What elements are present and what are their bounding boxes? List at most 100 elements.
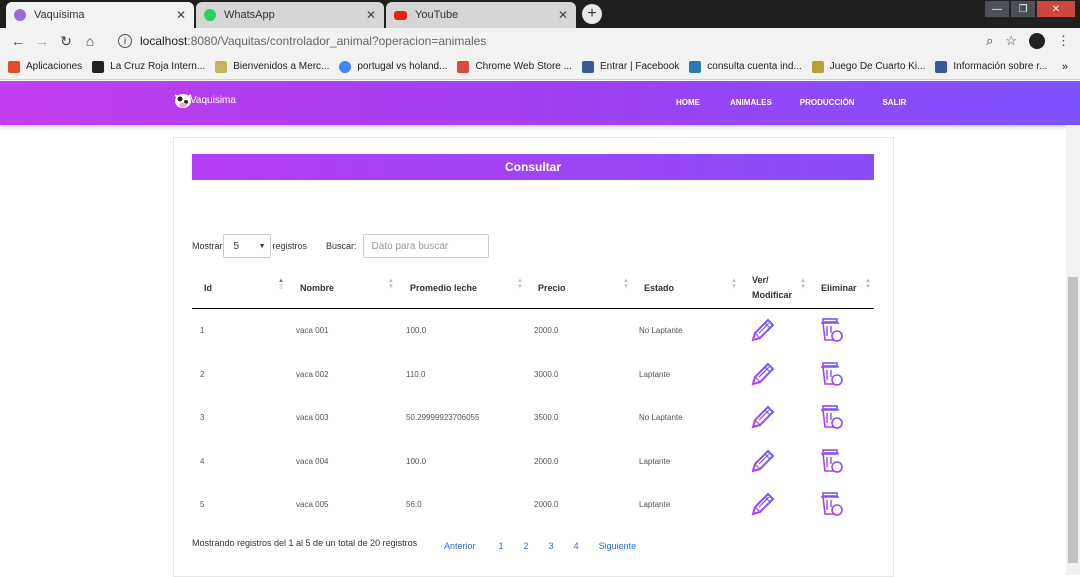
- profile-avatar[interactable]: [1029, 33, 1045, 49]
- back-arrow-icon[interactable]: ←: [6, 33, 30, 49]
- site-info-icon[interactable]: i: [118, 34, 132, 48]
- pager-page-1[interactable]: 1: [499, 541, 504, 551]
- cow-favicon-icon: [14, 9, 26, 21]
- url-field[interactable]: i localhost:8080/Vaquitas/controlador_an…: [110, 31, 1020, 51]
- page-size-select[interactable]: 5 ▼: [222, 234, 271, 258]
- delete-trash-icon[interactable]: [817, 316, 845, 346]
- close-icon[interactable]: ✕: [366, 8, 376, 22]
- edit-pencil-icon[interactable]: [749, 490, 777, 520]
- pager-page-3[interactable]: 3: [549, 541, 554, 551]
- cell-precio: 2000.0: [534, 456, 559, 466]
- cell-id: 1: [200, 326, 205, 335]
- menu-animales[interactable]: ANIMALES: [730, 98, 772, 107]
- page-size-value: 5: [233, 240, 240, 252]
- kebab-menu-icon[interactable]: ⋮: [1057, 33, 1070, 49]
- minimize-icon[interactable]: —: [984, 0, 1010, 18]
- window-close-icon[interactable]: ✕: [1036, 0, 1076, 18]
- bookmark-item[interactable]: consulta cuenta ind...: [689, 60, 802, 73]
- table-controls: Mostrar 5 ▼ registros Buscar: Dato para …: [192, 234, 489, 258]
- pagination: Anterior 1 2 3 4 Siguiente: [444, 541, 636, 551]
- column-header-precio[interactable]: Precio: [538, 268, 566, 308]
- table-row: 4 vaca 004 100.0 2000.0 Laptante: [192, 440, 874, 483]
- cell-estado: Laptante: [639, 369, 671, 379]
- pager-prev[interactable]: Anterior: [444, 541, 476, 551]
- apps-grid-icon: [8, 60, 20, 73]
- cell-estado: No Laptante: [639, 326, 683, 335]
- bookmark-label: Entrar | Facebook: [599, 61, 680, 72]
- bookmark-item[interactable]: Entrar | Facebook: [581, 60, 680, 73]
- sort-icon[interactable]: ▲ ▼: [731, 278, 737, 290]
- pager-page-4[interactable]: 4: [574, 541, 579, 551]
- url-path: :8080/Vaquitas/controlador_animal?operac…: [187, 34, 487, 48]
- facebook-icon: [581, 60, 594, 73]
- bookmark-item[interactable]: Aplicaciones: [8, 60, 83, 73]
- bookmark-item[interactable]: Chrome Web Store ...: [457, 60, 572, 73]
- window-controls: — ❐ ✕: [984, 0, 1076, 18]
- search-input[interactable]: Dato para buscar: [362, 234, 489, 258]
- bookmark-label: portugal vs holand...: [357, 61, 448, 72]
- brand-logo[interactable]: Vaquisima: [172, 89, 236, 111]
- cell-id: 2: [200, 369, 205, 379]
- edit-pencil-icon[interactable]: [749, 360, 777, 390]
- column-header-estado[interactable]: Estado: [644, 268, 674, 308]
- bookmarks-overflow-icon[interactable]: »: [1062, 61, 1068, 73]
- table-row: 2 vaca 002 110.0 3000.0 Laptante: [192, 353, 874, 396]
- tab-youtube[interactable]: YouTube ✕: [386, 2, 576, 28]
- column-header-id[interactable]: Id: [204, 268, 212, 308]
- sort-asc-icon[interactable]: ▲ ▯: [278, 278, 284, 290]
- table-row: 1 vaca 001 100.0 2000.0 No Laptante: [192, 309, 874, 352]
- pager-page-2[interactable]: 2: [524, 541, 529, 551]
- browser-tab-strip: Vaquisima ✕ WhatsApp ✕ YouTube ✕ + — ❐ ✕: [0, 0, 1080, 28]
- bookmark-item[interactable]: Bienvenidos a Merc...: [215, 60, 330, 73]
- search-label: Buscar:: [326, 241, 357, 251]
- menu-home[interactable]: HOME: [676, 98, 700, 107]
- close-icon[interactable]: ✕: [176, 8, 186, 22]
- column-header-nombre[interactable]: Nombre: [300, 268, 334, 308]
- column-header-promedio[interactable]: Promedio leche: [410, 268, 477, 308]
- cell-promedio-leche: 56.0: [406, 500, 422, 510]
- cell-precio: 3500.0: [534, 413, 559, 423]
- close-icon[interactable]: ✕: [558, 8, 568, 22]
- main-menu: HOME ANIMALES PRODUCCIÓN SALIR: [676, 98, 906, 107]
- maximize-icon[interactable]: ❐: [1010, 0, 1036, 18]
- cell-promedio-leche: 110.0: [406, 369, 426, 379]
- home-icon[interactable]: ⌂: [78, 33, 102, 49]
- sort-icon[interactable]: ▲ ▼: [388, 278, 394, 290]
- edit-pencil-icon[interactable]: [749, 316, 777, 346]
- delete-trash-icon[interactable]: [817, 490, 845, 520]
- sort-icon[interactable]: ▲ ▼: [865, 278, 871, 290]
- bookmark-label: Bienvenidos a Merc...: [233, 61, 330, 72]
- bookmark-label: Aplicaciones: [26, 61, 83, 72]
- delete-trash-icon[interactable]: [817, 360, 845, 390]
- sort-icon[interactable]: ▲ ▼: [800, 278, 806, 290]
- page-scrollbar[interactable]: [1066, 125, 1080, 575]
- tab-whatsapp[interactable]: WhatsApp ✕: [196, 2, 384, 28]
- bookmark-item[interactable]: portugal vs holand...: [339, 60, 448, 73]
- pager-next[interactable]: Siguiente: [599, 541, 637, 551]
- tab-vaquisima[interactable]: Vaquisima ✕: [6, 2, 194, 28]
- reload-icon[interactable]: ↻: [54, 33, 78, 50]
- edit-pencil-icon[interactable]: [749, 447, 777, 477]
- delete-trash-icon[interactable]: [817, 403, 845, 433]
- column-header-eliminar[interactable]: Eliminar: [821, 268, 857, 308]
- sort-icon[interactable]: ▲ ▼: [623, 278, 629, 290]
- delete-trash-icon[interactable]: [817, 447, 845, 477]
- edit-pencil-icon[interactable]: [749, 403, 777, 433]
- forward-arrow-icon[interactable]: →: [30, 33, 54, 49]
- menu-salir[interactable]: SALIR: [882, 98, 906, 107]
- sort-icon[interactable]: ▲ ▼: [517, 278, 523, 290]
- new-tab-button[interactable]: +: [582, 4, 602, 24]
- cell-id: 3: [200, 413, 205, 423]
- table-info: Mostrando registros del 1 al 5 de un tot…: [192, 538, 418, 548]
- bookmark-item[interactable]: Información sobre r...: [935, 60, 1047, 73]
- scrollbar-thumb[interactable]: [1068, 277, 1078, 563]
- zoom-icon[interactable]: ⌕: [986, 33, 993, 49]
- google-icon: [339, 60, 352, 73]
- cell-nombre: vaca 002: [296, 369, 329, 379]
- column-header-ver[interactable]: Ver/ Modificar: [752, 268, 798, 308]
- star-icon[interactable]: ☆: [1005, 33, 1017, 49]
- menu-produccion[interactable]: PRODUCCIÓN: [800, 98, 855, 107]
- bookmark-item[interactable]: La Cruz Roja Intern...: [92, 60, 205, 73]
- facebook-icon: [935, 60, 948, 73]
- bookmark-item[interactable]: Juego De Cuarto Ki...: [811, 60, 925, 73]
